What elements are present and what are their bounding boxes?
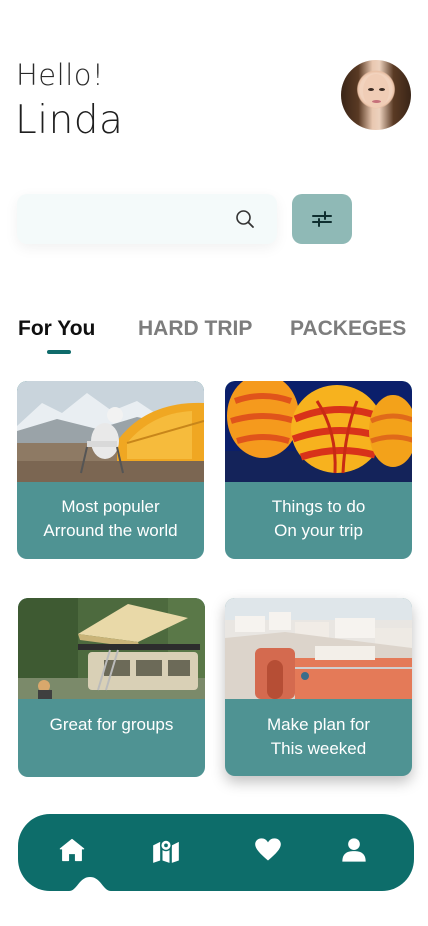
search-icon[interactable] bbox=[235, 209, 255, 229]
filter-button[interactable] bbox=[292, 194, 352, 244]
tab-packages[interactable]: PACKEGES bbox=[290, 317, 406, 341]
card-image-van bbox=[18, 598, 205, 699]
card-caption: Most populer Arround the world bbox=[17, 495, 204, 543]
user-icon[interactable] bbox=[340, 836, 368, 864]
card-caption: Things to do On your trip bbox=[225, 495, 412, 543]
card-caption: Make plan for This weeked bbox=[225, 713, 412, 761]
bottom-navigation bbox=[18, 814, 414, 891]
avatar-lips bbox=[372, 100, 381, 103]
card-image-balloons bbox=[225, 381, 412, 482]
tab-hard-trip[interactable]: HARD TRIP bbox=[138, 317, 252, 341]
card-title-line1: Things to do bbox=[271, 497, 366, 516]
tab-for-you[interactable]: For You bbox=[18, 317, 95, 341]
card-title-line2: On your trip bbox=[274, 521, 363, 540]
card-title-line1: Make plan for bbox=[267, 715, 370, 734]
sliders-icon bbox=[312, 211, 332, 227]
heart-icon[interactable] bbox=[254, 836, 282, 864]
greeting-hello: Hello! bbox=[16, 58, 105, 92]
home-icon[interactable] bbox=[58, 836, 86, 864]
card-title-line1: Most populer bbox=[61, 497, 160, 516]
card-title-line2: This weeked bbox=[270, 739, 367, 758]
card-title-line2: Arround the world bbox=[43, 521, 178, 540]
card-image-santorini bbox=[225, 598, 412, 699]
greeting-name: Linda bbox=[15, 98, 124, 143]
map-icon[interactable] bbox=[152, 836, 180, 864]
card-most-popular[interactable]: Most populer Arround the world bbox=[17, 381, 204, 559]
active-tab-indicator bbox=[47, 350, 71, 354]
card-things-to-do[interactable]: Things to do On your trip bbox=[225, 381, 412, 559]
card-title-line1: Great for groups bbox=[49, 715, 174, 734]
card-great-for-groups[interactable]: Great for groups bbox=[18, 598, 205, 777]
avatar-eye bbox=[368, 88, 374, 91]
avatar[interactable] bbox=[341, 60, 411, 130]
card-caption: Great for groups bbox=[18, 713, 205, 737]
active-nav-indicator bbox=[69, 877, 111, 891]
card-make-plan[interactable]: Make plan for This weeked bbox=[225, 598, 412, 776]
avatar-eye bbox=[379, 88, 385, 91]
card-image-camping bbox=[17, 381, 204, 482]
search-box bbox=[17, 194, 277, 244]
search-input[interactable] bbox=[29, 206, 233, 234]
